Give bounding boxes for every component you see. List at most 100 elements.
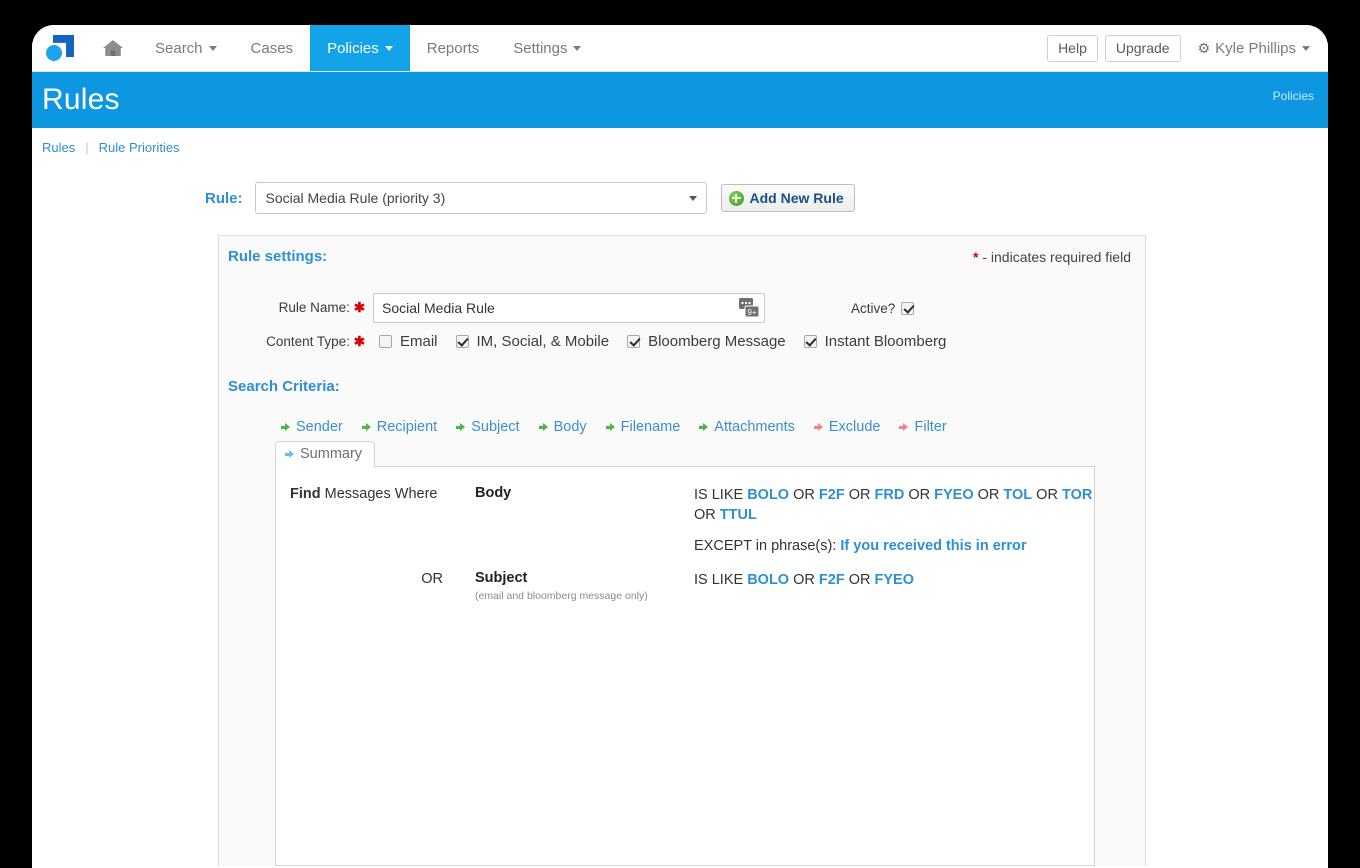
arrow-right-icon — [456, 422, 466, 432]
banner-policies-link[interactable]: Policies — [1273, 89, 1314, 103]
nav-item-label: Settings — [513, 39, 568, 57]
summary-except-value: If you received this in error — [840, 538, 1027, 554]
translate-icon[interactable]: 9+ — [738, 297, 760, 318]
summary-term-joiner: OR — [973, 487, 1004, 503]
arrow-right-icon — [281, 422, 291, 432]
tab-summary-label: Summary — [300, 446, 363, 462]
nav-item-label: Cases — [250, 39, 294, 57]
breadcrumb-separator: | — [85, 139, 89, 155]
summary-row-subject: OR Subject (email and bloomberg message … — [276, 570, 1094, 602]
tab-summary[interactable]: Summary — [275, 441, 376, 467]
arrow-right-icon — [813, 422, 824, 432]
search-criteria-tabs: Sender Recipient Subject Body Filename A… — [219, 419, 1145, 439]
content-type-instant-bloomberg-label: Instant Bloomberg — [824, 333, 947, 350]
content-type-email-checkbox[interactable] — [379, 335, 392, 348]
rule-name-label-text: Rule Name: — [278, 300, 350, 315]
criteria-tab-recipient[interactable]: Recipient — [361, 419, 448, 439]
summary-term: TTUL — [719, 507, 757, 523]
criteria-tab-label: Filter — [914, 419, 947, 435]
criteria-tab-exclude[interactable]: Exclude — [813, 419, 892, 439]
summary-term: TOL — [1003, 487, 1033, 503]
search-criteria-heading: Search Criteria: — [228, 378, 340, 395]
summary-field-label: Subject — [475, 570, 528, 586]
rule-name-field-wrapper: 9+ — [373, 293, 765, 323]
nav-item-policies[interactable]: Policies — [310, 25, 410, 71]
summary-term-joiner: OR — [789, 487, 819, 503]
content-type-bloomberg-message-label: Bloomberg Message — [648, 333, 786, 350]
summary-term: FYEO — [874, 572, 914, 588]
active-toggle-group: Active? — [851, 301, 920, 316]
summary-term-joiner: OR — [1032, 487, 1062, 503]
summary-except-label: EXCEPT in phrase(s): — [694, 538, 841, 554]
user-menu[interactable]: ⚙ Kyle Phillips — [1198, 40, 1310, 57]
summary-condition-line: IS LIKE BOLO OR F2F OR FYEO — [694, 570, 1094, 590]
content-type-im-social-mobile[interactable]: IM, Social, & Mobile — [450, 333, 618, 350]
rule-select-value: Social Media Rule (priority 3) — [265, 190, 446, 206]
criteria-tab-label: Exclude — [828, 419, 881, 435]
arrow-right-icon — [538, 422, 549, 432]
summary-or-label: OR — [421, 571, 443, 587]
top-navigation-bar: Search Cases Policies Reports Settings H… — [32, 25, 1328, 72]
criteria-tab-label: Subject — [471, 419, 520, 435]
breadcrumb-item-rules[interactable]: Rules — [42, 140, 75, 155]
breadcrumb-item-rule-priorities[interactable]: Rule Priorities — [99, 140, 180, 155]
nav-item-label: Policies — [327, 39, 379, 57]
summary-term-joiner: OR — [904, 487, 935, 503]
summary-tabstrip: Summary — [219, 441, 1145, 467]
rule-name-label: Rule Name: ✱ — [228, 300, 373, 316]
criteria-tab-body[interactable]: Body — [538, 419, 598, 439]
nav-item-cases[interactable]: Cases — [234, 25, 311, 71]
summary-panel: Find Messages Where Body IS LIKE BOLO OR… — [275, 466, 1095, 866]
summary-term: FRD — [874, 487, 905, 503]
rule-name-input[interactable] — [373, 293, 765, 323]
criteria-tab-label: Body — [553, 419, 587, 435]
nav-item-reports[interactable]: Reports — [410, 25, 497, 71]
upgrade-button[interactable]: Upgrade — [1104, 34, 1181, 62]
page-banner: Rules Policies — [32, 72, 1328, 128]
summary-condition-prefix: IS LIKE — [694, 572, 748, 588]
required-note-text: - indicates required field — [978, 249, 1131, 265]
summary-term-joiner: OR — [694, 507, 720, 523]
criteria-tab-label: Attachments — [714, 419, 795, 435]
arrow-right-icon — [285, 449, 295, 459]
summary-find-rest: Messages Where — [320, 486, 438, 502]
help-button[interactable]: Help — [1047, 34, 1098, 62]
content-type-im-social-mobile-checkbox[interactable] — [455, 335, 469, 348]
content-type-row: Content Type: ✱ Email IM, Social, & Mobi… — [219, 333, 1145, 350]
plus-circle-icon — [728, 190, 744, 206]
browser-window: Search Cases Policies Reports Settings H… — [32, 25, 1328, 868]
content-type-bloomberg-message-checkbox[interactable] — [627, 335, 641, 348]
arrow-right-icon — [361, 422, 372, 432]
content-type-instant-bloomberg-checkbox[interactable] — [803, 335, 817, 348]
chevron-down-icon — [688, 196, 697, 201]
page-title: Rules — [42, 83, 120, 116]
svg-text:9+: 9+ — [747, 308, 756, 317]
arrow-right-icon — [605, 422, 616, 432]
nav-item-settings[interactable]: Settings — [496, 25, 598, 71]
screenshot-top-margin — [0, 0, 1360, 25]
required-star: ✱ — [353, 333, 365, 349]
content-type-bloomberg-message[interactable]: Bloomberg Message — [621, 333, 794, 350]
summary-term-joiner: OR — [844, 487, 875, 503]
home-icon[interactable] — [88, 25, 138, 71]
app-logo[interactable] — [32, 25, 88, 71]
rule-select-dropdown[interactable]: Social Media Rule (priority 3) — [254, 182, 707, 214]
content-type-email[interactable]: Email — [373, 333, 446, 350]
criteria-tab-attachments[interactable]: Attachments — [699, 419, 806, 439]
chevron-down-icon — [208, 45, 217, 51]
rule-selector-row: Rule: Social Media Rule (priority 3) Add… — [32, 182, 1328, 214]
add-new-rule-button[interactable]: Add New Rule — [720, 184, 855, 212]
criteria-tab-filename[interactable]: Filename — [605, 419, 692, 439]
criteria-tab-label: Filename — [620, 419, 681, 435]
criteria-tab-subject[interactable]: Subject — [456, 419, 530, 439]
summary-field-body: Body — [475, 485, 694, 556]
summary-field-note: (email and bloomberg message only) — [475, 590, 648, 602]
nav-item-search[interactable]: Search — [138, 25, 234, 71]
summary-row-body: Find Messages Where Body IS LIKE BOLO OR… — [276, 485, 1094, 556]
criteria-tab-sender[interactable]: Sender — [281, 419, 354, 439]
chevron-down-icon — [1302, 45, 1310, 51]
summary-field-subject: Subject (email and bloomberg message onl… — [475, 570, 694, 602]
content-type-instant-bloomberg[interactable]: Instant Bloomberg — [798, 333, 955, 350]
active-checkbox[interactable] — [901, 301, 915, 315]
criteria-tab-filter[interactable]: Filter — [899, 419, 957, 439]
